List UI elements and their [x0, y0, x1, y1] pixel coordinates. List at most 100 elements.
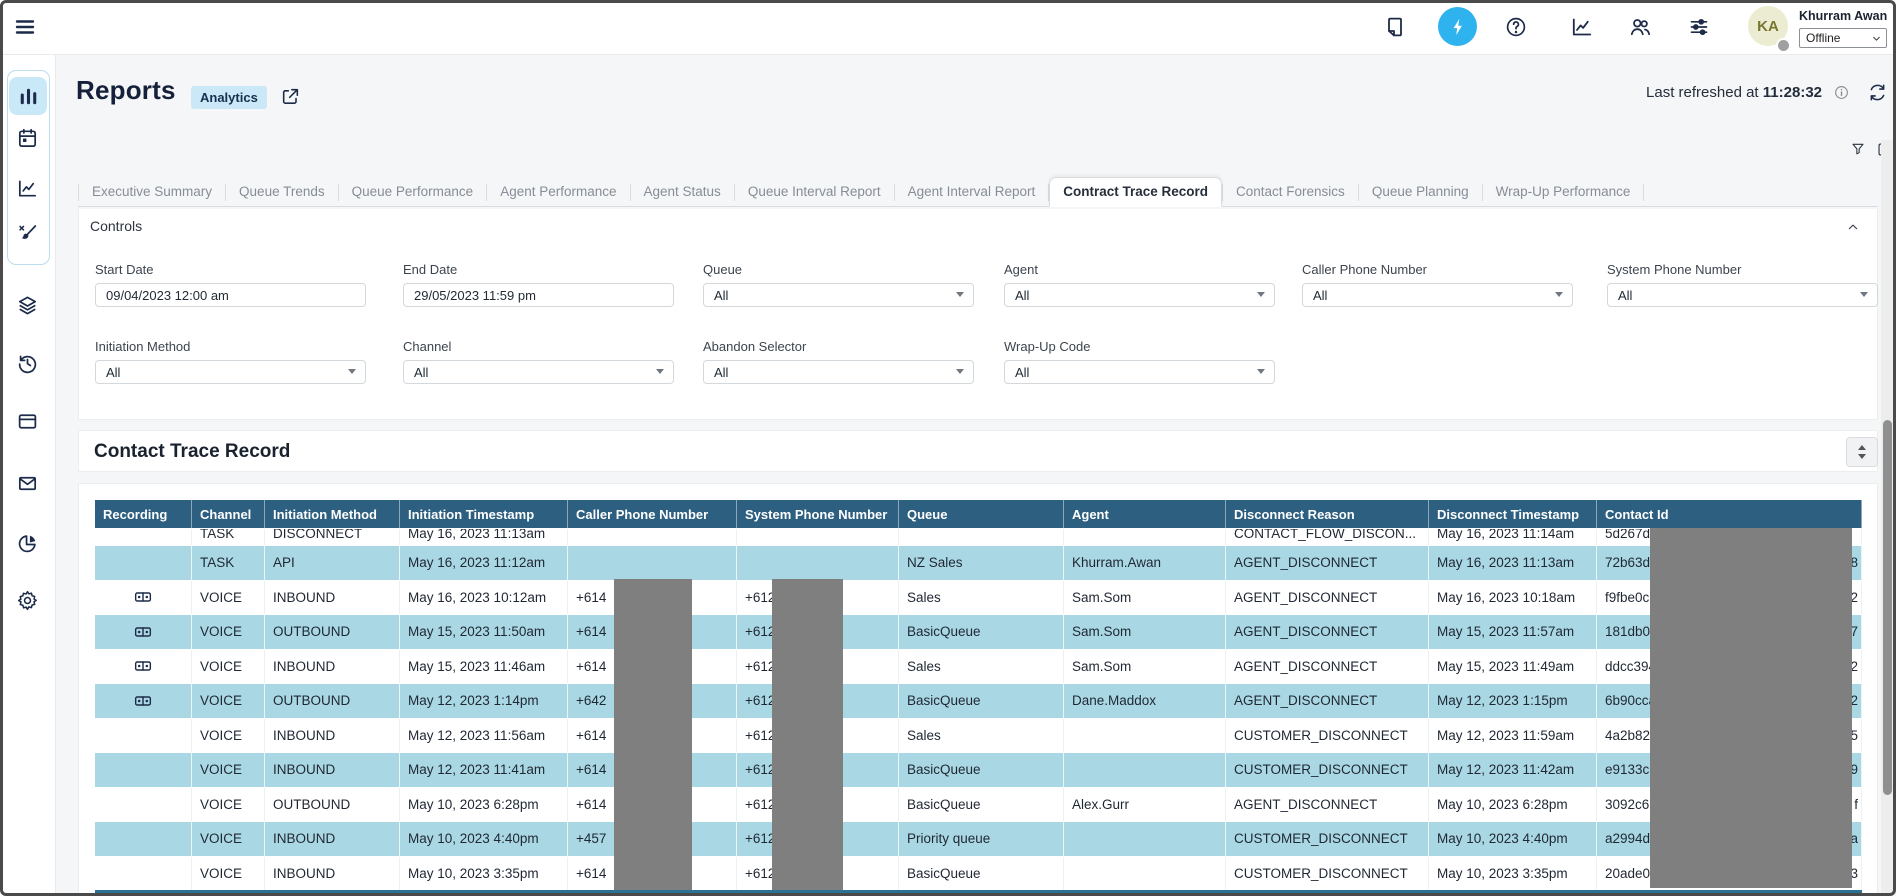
tab-executive-summary[interactable]: Executive Summary — [79, 178, 225, 206]
select-system-phone-number[interactable]: All — [1607, 283, 1878, 307]
table-heading-card — [78, 430, 1878, 472]
cell-caller — [568, 528, 737, 545]
cell-disconnect_timestamp: May 16, 2023 11:14am — [1429, 528, 1597, 545]
top-bar: KA Khurram Awan Offline — [0, 0, 1896, 55]
column-header-caller-phone-number[interactable]: Caller Phone Number — [568, 500, 737, 528]
cell-agent — [1064, 753, 1226, 787]
sidebar-item-pie-chart[interactable] — [16, 532, 39, 555]
cell-agent: Khurram.Awan — [1064, 546, 1226, 580]
cell-disconnect_reason: CUSTOMER_DISCONNECT — [1226, 822, 1429, 856]
tab-queue-performance[interactable]: Queue Performance — [339, 178, 487, 206]
select-caller-phone-number[interactable]: All — [1302, 283, 1573, 307]
column-header-queue[interactable]: Queue — [899, 500, 1064, 528]
cell-initiation_method: OUTBOUND — [265, 788, 400, 822]
tab-agent-status[interactable]: Agent Status — [631, 178, 734, 206]
tab-agent-performance[interactable]: Agent Performance — [487, 178, 629, 206]
trend-chart-icon[interactable] — [1570, 15, 1594, 39]
cell-agent: Sam.Som — [1064, 581, 1226, 615]
sidebar-item-mail[interactable] — [16, 472, 39, 495]
select-channel[interactable]: All — [403, 360, 674, 384]
cell-disconnect_reason: CUSTOMER_DISCONNECT — [1226, 719, 1429, 753]
select-agent[interactable]: All — [1004, 283, 1275, 307]
cell-disconnect_reason: CONTACT_FLOW_DISCON... — [1226, 528, 1429, 545]
table-row[interactable]: VOICEOUTBOUNDMay 10, 2023 6:28pm+614+612… — [95, 787, 1862, 822]
tab-queue-trends[interactable]: Queue Trends — [226, 178, 338, 206]
sidebar-item-bar-chart[interactable] — [9, 77, 47, 115]
tab-queue-interval-report[interactable]: Queue Interval Report — [735, 178, 894, 206]
table-row[interactable]: TASKDISCONNECTMay 16, 2023 11:13amCONTAC… — [95, 528, 1862, 545]
info-icon[interactable] — [1833, 84, 1850, 101]
sidebar-item-line-chart[interactable] — [16, 177, 39, 200]
cell-agent: Sam.Som — [1064, 650, 1226, 684]
table-row[interactable]: VOICEOUTBOUNDMay 12, 2023 1:14pm+642+612… — [95, 683, 1862, 718]
status-select[interactable]: Offline — [1799, 28, 1887, 48]
filter-channel: ChannelAll — [403, 339, 674, 384]
tab-agent-interval-report[interactable]: Agent Interval Report — [895, 178, 1049, 206]
spinner-down-icon[interactable] — [1858, 454, 1866, 459]
column-header-recording[interactable]: Recording — [95, 500, 192, 528]
select-wrap-up-code[interactable]: All — [1004, 360, 1275, 384]
column-header-channel[interactable]: Channel — [192, 500, 265, 528]
sidebar-item-history[interactable] — [16, 352, 39, 375]
filter-icon[interactable] — [1850, 141, 1866, 158]
users-icon[interactable] — [1628, 15, 1652, 39]
vertical-scrollbar[interactable] — [1881, 140, 1894, 893]
tab-queue-planning[interactable]: Queue Planning — [1359, 178, 1482, 206]
spinner-up-icon[interactable] — [1858, 445, 1866, 450]
sidebar-item-calendar[interactable] — [16, 127, 39, 150]
tab-contract-trace-record[interactable]: Contract Trace Record — [1049, 177, 1222, 207]
filter-value: All — [714, 288, 728, 303]
sidebar-item-brush[interactable] — [16, 222, 39, 245]
cell-channel: VOICE — [192, 788, 265, 822]
select-abandon-selector[interactable]: All — [703, 360, 974, 384]
date-input-end-date[interactable]: 29/05/2023 11:59 pm — [403, 283, 674, 307]
cell-recording — [95, 822, 192, 856]
date-input-start-date[interactable]: 09/04/2023 12:00 am — [95, 283, 366, 307]
cell-initiation_method: INBOUND — [265, 650, 400, 684]
column-header-initiation-timestamp[interactable]: Initiation Timestamp — [400, 500, 568, 528]
table-row[interactable]: VOICEINBOUNDMay 10, 2023 4:40pm+457+612P… — [95, 821, 1862, 856]
column-header-initiation-method[interactable]: Initiation Method — [265, 500, 400, 528]
refresh-icon[interactable] — [1867, 82, 1888, 103]
column-header-disconnect-timestamp[interactable]: Disconnect Timestamp — [1429, 500, 1597, 528]
cell-recording — [95, 788, 192, 822]
help-icon[interactable] — [1504, 15, 1528, 39]
column-header-contact-id[interactable]: Contact Id — [1597, 500, 1862, 528]
recording-icon[interactable] — [133, 587, 153, 607]
external-link-icon[interactable] — [280, 86, 301, 107]
select-initiation-method[interactable]: All — [95, 360, 366, 384]
table-scroll-spinner[interactable] — [1846, 437, 1878, 467]
table-row[interactable]: VOICEINBOUNDMay 10, 2023 3:35pm+614+612B… — [95, 856, 1862, 891]
tab-contact-forensics[interactable]: Contact Forensics — [1223, 178, 1358, 206]
note-icon[interactable] — [1383, 15, 1407, 39]
cell-disconnect_reason: AGENT_DISCONNECT — [1226, 650, 1429, 684]
filter-label: Agent — [1004, 262, 1275, 277]
cell-disconnect_reason: CUSTOMER_DISCONNECT — [1226, 753, 1429, 787]
cell-initiation_timestamp: May 15, 2023 11:50am — [400, 615, 568, 649]
table-row[interactable]: VOICEOUTBOUNDMay 15, 2023 11:50am+614+61… — [95, 614, 1862, 649]
sliders-icon[interactable] — [1687, 15, 1711, 39]
menu-icon[interactable] — [13, 15, 37, 39]
table-row[interactable]: VOICEINBOUNDMay 12, 2023 11:56am+614+612… — [95, 718, 1862, 753]
sidebar-item-gear[interactable] — [16, 589, 39, 612]
controls-collapse-chevron[interactable] — [1845, 219, 1861, 235]
table-row[interactable]: VOICEINBOUNDMay 16, 2023 10:12am+614+612… — [95, 580, 1862, 615]
column-header-system-phone-number[interactable]: System Phone Number — [737, 500, 899, 528]
select-queue[interactable]: All — [703, 283, 974, 307]
recording-icon[interactable] — [133, 656, 153, 676]
redaction-overlay — [1650, 528, 1852, 888]
table-row[interactable]: VOICEINBOUNDMay 12, 2023 11:41am+614+612… — [95, 752, 1862, 787]
column-header-agent[interactable]: Agent — [1064, 500, 1226, 528]
sidebar-item-window[interactable] — [16, 410, 39, 433]
tab-wrap-up-performance[interactable]: Wrap-Up Performance — [1483, 178, 1644, 206]
bolt-icon[interactable] — [1438, 7, 1477, 46]
recording-icon[interactable] — [133, 691, 153, 711]
table-row[interactable]: VOICEINBOUNDMay 15, 2023 11:46am+614+612… — [95, 649, 1862, 684]
filter-queue: QueueAll — [703, 262, 974, 307]
recording-icon[interactable] — [133, 622, 153, 642]
scrollbar-thumb[interactable] — [1883, 420, 1892, 795]
sidebar-item-layers[interactable] — [16, 294, 39, 317]
table-row[interactable]: TASKAPIMay 16, 2023 11:12amNZ SalesKhurr… — [95, 545, 1862, 580]
column-header-disconnect-reason[interactable]: Disconnect Reason — [1226, 500, 1429, 528]
cell-initiation_method: INBOUND — [265, 719, 400, 753]
